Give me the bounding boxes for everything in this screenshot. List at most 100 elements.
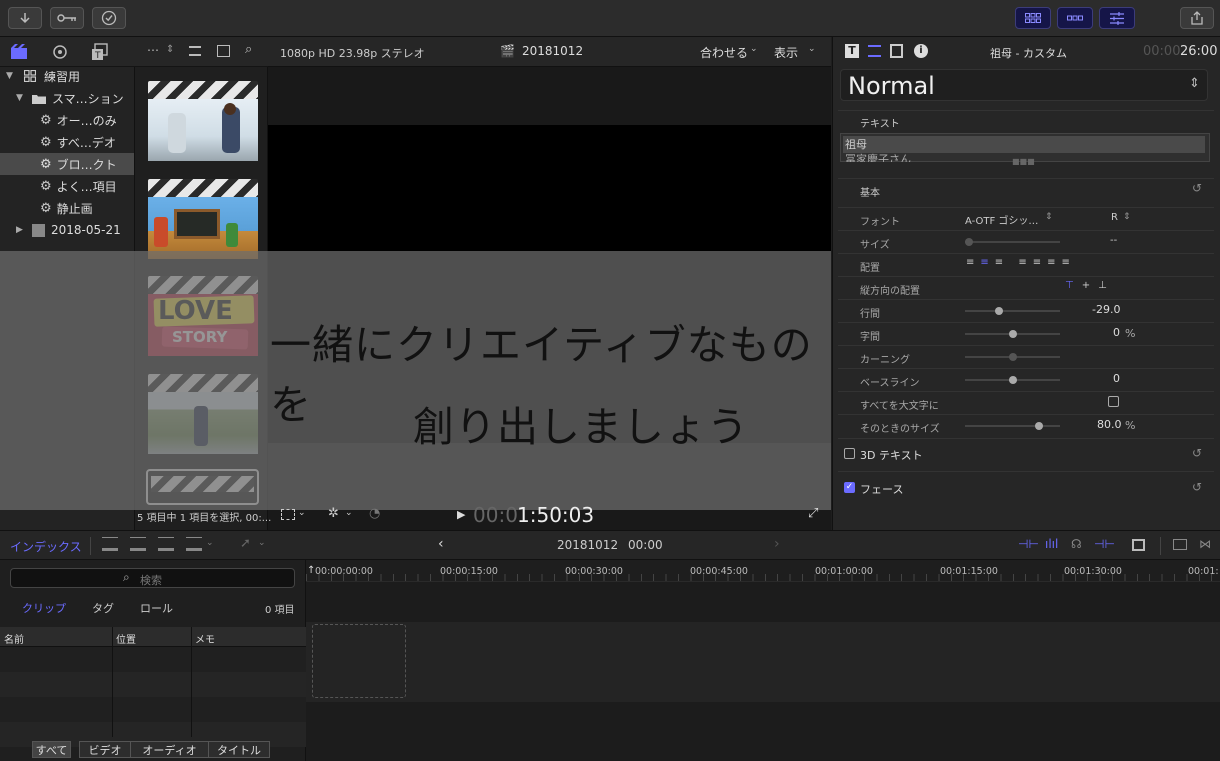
face-checkbox[interactable]: ✓ (844, 482, 855, 493)
background-tasks-button[interactable] (92, 7, 126, 29)
back-icon[interactable]: ‹ (438, 536, 444, 552)
overwrite-clip-icon[interactable] (186, 537, 202, 551)
library-item-all-video[interactable]: ⚙ すべ…デオ (0, 131, 134, 153)
disclosure-open-icon[interactable]: ▼ (16, 93, 24, 103)
more-icon[interactable]: ⋯ (147, 43, 159, 57)
size-slider[interactable] (965, 238, 1060, 246)
library-item-stills[interactable]: ⚙ 静止画 (0, 197, 134, 219)
timeline[interactable] (306, 560, 1220, 761)
libraries-icon[interactable] (10, 43, 28, 61)
video-inspector-tab-icon[interactable] (890, 44, 903, 58)
reset-icon[interactable]: ↺ (1192, 446, 1202, 460)
share-button[interactable] (1180, 7, 1214, 29)
disclosure-open-icon[interactable]: ▼ (6, 71, 14, 81)
app-window: T ▼ 練習用 ▼ スマ…ション ⚙ オー…のみ ⚙ すべ…デオ ⚙ ブロ…クト… (0, 0, 1220, 761)
headphones-icon[interactable]: ☊ (1071, 537, 1082, 551)
disclosure-closed-icon[interactable]: ▶ (16, 225, 24, 235)
vertical-alignment-buttons[interactable]: ⊤+⊥ (1065, 280, 1115, 291)
allcaps-label: すべてを大文字に (860, 401, 939, 412)
line-spacing-slider[interactable] (965, 307, 1060, 315)
font-style-dropdown[interactable]: R (1111, 212, 1118, 223)
filter-all-button[interactable]: すべて (32, 741, 71, 758)
insert-clip-icon[interactable] (130, 537, 146, 551)
reset-icon[interactable]: ↺ (1192, 181, 1202, 195)
allcaps-checkbox[interactable] (1108, 396, 1119, 407)
snapping-icon[interactable]: ⊣⊢ (1094, 537, 1115, 551)
preset-dropdown[interactable]: Normal ⇕ (840, 69, 1208, 101)
keywords-button[interactable] (50, 7, 84, 29)
list-view-icon[interactable] (189, 46, 201, 56)
skimming-icon[interactable]: ⊣⊢ (1018, 537, 1039, 551)
baseline-value[interactable]: 0 (1113, 372, 1120, 385)
fullscreen-icon[interactable]: ⤢ (808, 506, 818, 521)
effects-browser-icon[interactable] (1173, 539, 1187, 550)
tracking-value[interactable]: 0 (1113, 326, 1120, 339)
sort-updown-icon[interactable]: ⇕ (166, 44, 174, 55)
search-placeholder: 検索 (140, 574, 162, 587)
tab-clips[interactable]: クリップ (22, 600, 66, 616)
tab-roles[interactable]: ロール (140, 600, 173, 616)
enhance-tool-icon[interactable]: ✲ (328, 506, 339, 521)
photos-audio-icon[interactable] (51, 43, 69, 61)
clip-image (148, 99, 258, 161)
alignment-buttons[interactable]: ≡≡≡ ≡≡≡≡ (966, 257, 1076, 268)
library-item-favorites[interactable]: ⚙ よく…項目 (0, 175, 134, 197)
column-header-name[interactable]: 名前 (4, 631, 24, 646)
inspector-toggle-button[interactable] (1099, 7, 1135, 29)
divider (838, 438, 1214, 439)
clip-thumbnail[interactable] (148, 81, 258, 161)
filmstrip-icon[interactable] (217, 45, 230, 57)
audio-skimming-icon[interactable]: ılıl (1045, 537, 1058, 551)
import-button[interactable] (8, 7, 42, 29)
search-icon[interactable]: ⌕ (245, 42, 252, 57)
font-dropdown[interactable]: A-OTF ゴシッ… (965, 212, 1038, 227)
timeline-toggle-button[interactable] (1057, 7, 1093, 29)
text-section-header: テキスト (860, 119, 900, 130)
info-icon[interactable]: i (914, 44, 928, 58)
filter-audio-button[interactable]: オーディオ (130, 741, 209, 758)
filter-titles-button[interactable]: タイトル (208, 741, 270, 758)
allcaps-size-value[interactable]: 80.0 (1097, 418, 1122, 431)
size-label: サイズ (860, 240, 890, 251)
view-dropdown[interactable]: 表示 (774, 44, 798, 61)
library-item-event[interactable]: ▶ 2018-05-21 (0, 219, 134, 241)
title-inspector-tab-icon[interactable]: T (845, 44, 859, 58)
resize-handle-icon[interactable]: ■■■ (1012, 157, 1035, 166)
column-header-position[interactable]: 位置 (116, 631, 136, 646)
zoom-fit-dropdown[interactable]: 合わせる (700, 44, 748, 61)
library-item-projects[interactable]: ⚙ ブロ…クト (0, 153, 134, 175)
speed-icon[interactable]: ◔ (369, 506, 380, 521)
tracking-slider[interactable] (965, 330, 1060, 338)
browser-toggle-button[interactable] (1015, 7, 1051, 29)
connect-clip-icon[interactable] (102, 537, 118, 551)
empty-clip-placeholder[interactable] (312, 624, 406, 698)
column-header-notes[interactable]: メモ (195, 631, 215, 646)
forward-icon[interactable]: › (774, 536, 780, 552)
divider (838, 299, 1214, 300)
search-input[interactable]: ⌕ 検索 (10, 568, 295, 588)
primary-storyline[interactable] (306, 622, 1220, 702)
transform-tool-icon[interactable] (281, 509, 295, 520)
kerning-slider[interactable] (965, 353, 1060, 361)
library-item-smart-collection[interactable]: ▼ スマ…ション (0, 87, 134, 109)
transitions-browser-icon[interactable]: ⋈ (1199, 537, 1211, 551)
line-spacing-value[interactable]: -29.0 (1092, 303, 1120, 316)
library-item-practice[interactable]: ▼ 練習用 (0, 65, 134, 87)
library-item-audio-only[interactable]: ⚙ オー…のみ (0, 109, 134, 131)
select-tool-icon[interactable]: ➚ (240, 536, 251, 551)
append-clip-icon[interactable] (158, 537, 174, 551)
text-line: 祖母 (845, 138, 867, 151)
clip-thumbnail[interactable] (148, 179, 258, 259)
text-inspector-tab-icon[interactable] (868, 45, 881, 57)
filter-video-button[interactable]: ビデオ (79, 741, 131, 758)
baseline-slider[interactable] (965, 376, 1060, 384)
titles-generators-icon[interactable]: T (91, 43, 109, 61)
library-item-label: 静止画 (56, 201, 93, 216)
play-icon[interactable]: ▶ (457, 508, 465, 521)
allcaps-size-slider[interactable] (965, 422, 1060, 430)
tab-tags[interactable]: タグ (92, 600, 114, 616)
clip-appearance-icon[interactable] (1132, 539, 1145, 551)
text-3d-checkbox[interactable] (844, 448, 855, 459)
reset-icon[interactable]: ↺ (1192, 480, 1202, 494)
index-button[interactable]: インデックス (10, 538, 82, 555)
